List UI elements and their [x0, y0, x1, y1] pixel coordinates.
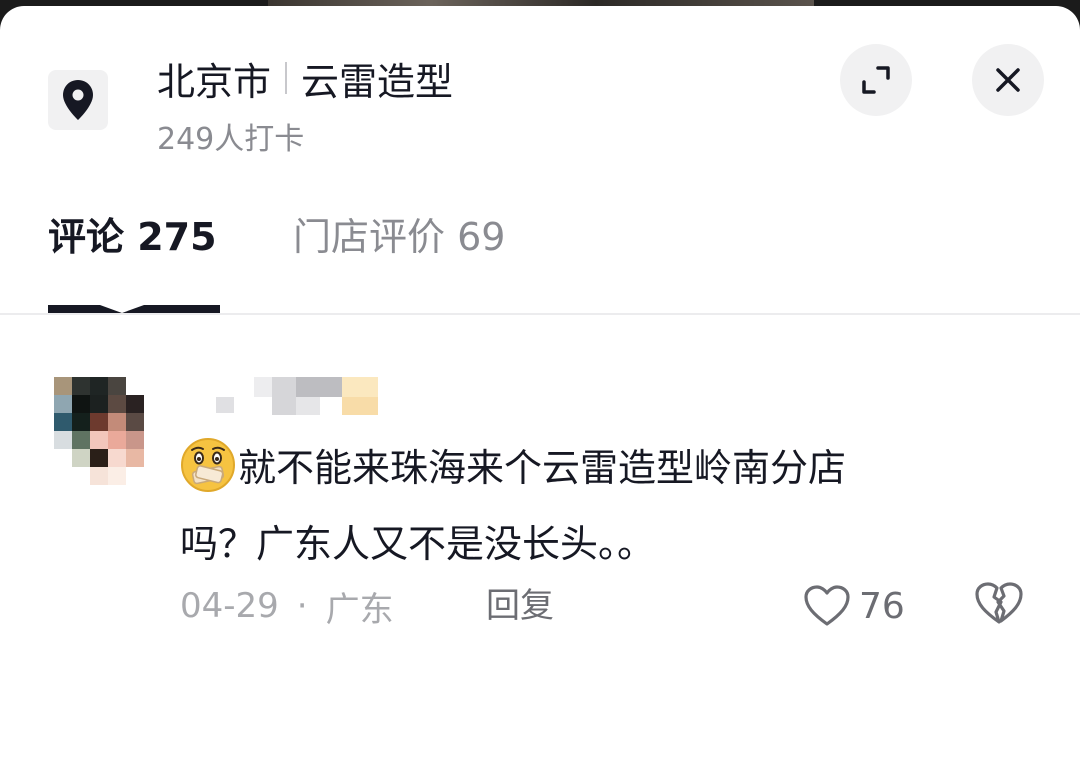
shop-name: 云雷造型 [301, 59, 454, 104]
heart-icon [804, 585, 850, 626]
expand-button[interactable] [840, 44, 912, 116]
expand-icon [862, 66, 890, 94]
city-name: 北京市 [157, 59, 272, 104]
comment-text-line2: 吗？广东人又不是没长头。。 [180, 522, 656, 566]
close-icon [996, 68, 1020, 92]
tab-store-reviews[interactable]: 门店评价 69 [293, 212, 505, 262]
checkin-count: 249人打卡 [157, 122, 305, 157]
username-pixelated[interactable] [212, 377, 382, 417]
like-button[interactable]: 76 [803, 580, 905, 632]
like-count: 76 [859, 585, 905, 627]
broken-heart-icon [975, 582, 1023, 624]
tab-comments[interactable]: 评论 275 [48, 212, 217, 262]
close-button[interactable] [972, 44, 1044, 116]
reply-button[interactable]: 回复 [486, 582, 554, 630]
comment-body: 就不能来珠海来个云雷造型岭南分店 吗？广东人又不是没长头。。 [180, 430, 1000, 582]
location-title[interactable]: 北京市 云雷造型 [157, 54, 453, 104]
dislike-button[interactable] [974, 580, 1024, 630]
title-separator [285, 62, 288, 94]
avatar[interactable] [54, 377, 162, 485]
comment-date: 04-29 [180, 586, 279, 626]
hand-over-mouth-emoji [180, 437, 236, 493]
active-tab-indicator [48, 305, 220, 313]
location-pin-icon [48, 70, 108, 130]
comment-meta: 04-29 · 广东 [180, 582, 394, 630]
comment-location: 广东 [325, 589, 394, 630]
meta-separator: · [296, 586, 308, 626]
comment-text-line1: 就不能来珠海来个云雷造型岭南分店 [238, 446, 847, 490]
tab-divider [0, 313, 1080, 315]
